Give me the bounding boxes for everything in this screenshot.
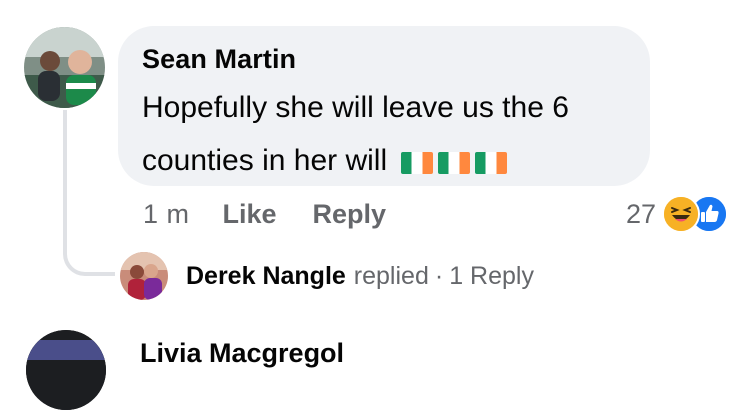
reply-count-label[interactable]: 1 Reply [449,262,534,291]
reply-button[interactable]: Reply [313,199,387,230]
comment-text-line-2: counties in her will [142,144,388,177]
commenter-avatar[interactable] [24,27,105,108]
irish-flag-icon [401,151,434,174]
separator-dot: · [434,261,444,290]
replier-avatar[interactable] [120,252,168,300]
comment-text-line-1: Hopefully she will leave us the 6 [142,91,569,124]
comment-author-name[interactable]: Sean Martin [142,42,626,76]
comment-actions: 1 m Like Reply [143,196,422,232]
haha-icon [662,195,700,233]
replier-name[interactable]: Derek Nangle [186,262,346,291]
next-commenter-avatar[interactable] [26,330,106,410]
replied-label: replied [353,261,429,290]
view-replies-link[interactable]: Derek Nangle replied · 1 Reply [186,258,534,294]
flag-emoji-group [401,135,512,190]
comment-timestamp[interactable]: 1 m [143,199,190,230]
like-button[interactable]: Like [223,199,277,230]
irish-flag-icon [438,151,471,174]
reply-thread-line [63,110,115,276]
reaction-count: 27 [625,198,656,229]
reactions-summary[interactable]: 27 [625,195,728,233]
comment-bubble: Sean Martin Hopefully she will leave us … [118,26,650,186]
irish-flag-icon [475,151,508,174]
